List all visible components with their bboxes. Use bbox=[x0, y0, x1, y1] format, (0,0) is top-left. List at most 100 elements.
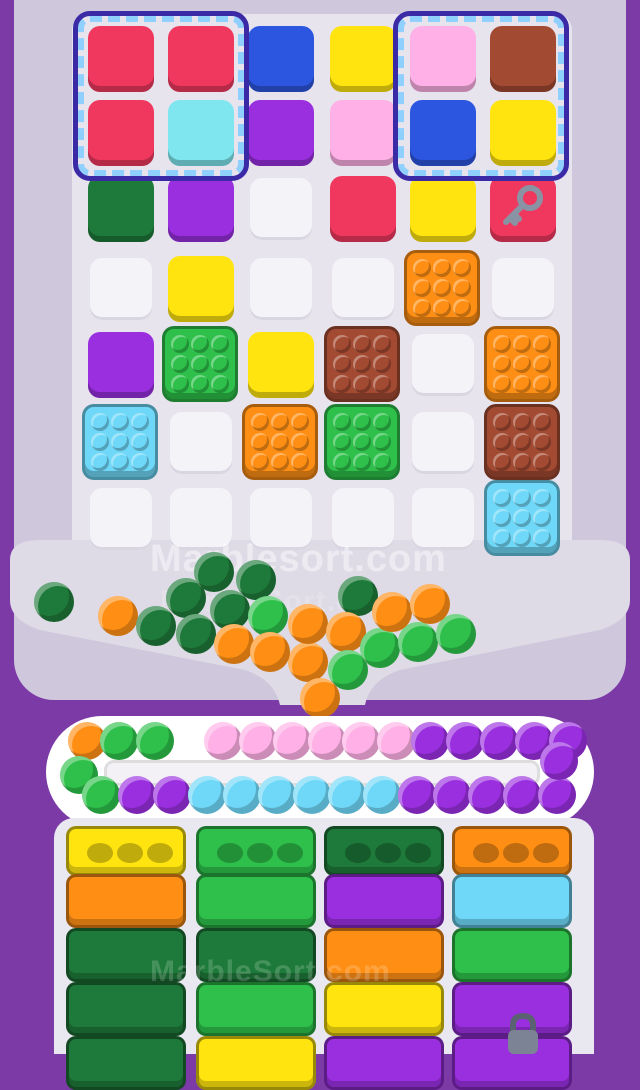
stud bbox=[271, 413, 289, 431]
stud bbox=[171, 375, 189, 393]
stud bbox=[493, 489, 511, 507]
conveyor-marble-green bbox=[82, 776, 120, 814]
cup-hole bbox=[247, 843, 273, 863]
cup-hole bbox=[375, 843, 401, 863]
studded-block-green bbox=[162, 326, 238, 402]
stud bbox=[291, 413, 309, 431]
conveyor-marble-skyblue bbox=[363, 776, 401, 814]
stud bbox=[513, 375, 531, 393]
stud bbox=[493, 355, 511, 373]
conveyor-marble-pink bbox=[342, 722, 380, 760]
cup-hole bbox=[533, 843, 559, 863]
conveyor-marble-pink bbox=[273, 722, 311, 760]
cup-hole bbox=[473, 843, 499, 863]
stud bbox=[513, 355, 531, 373]
stud bbox=[493, 453, 511, 471]
stud bbox=[91, 413, 109, 431]
conveyor-marble-pink bbox=[238, 722, 277, 760]
conveyor-marble-purple bbox=[153, 776, 191, 814]
conveyor-marble-purple bbox=[118, 776, 156, 814]
conveyor-marble-pink bbox=[307, 722, 346, 760]
column-4-slot bbox=[452, 928, 572, 982]
conveyor-marble-skyblue bbox=[188, 776, 226, 814]
stud bbox=[493, 509, 511, 527]
block-darkgreen bbox=[88, 176, 154, 242]
stud bbox=[211, 335, 229, 353]
block-purple bbox=[88, 332, 154, 398]
block-purple bbox=[168, 176, 234, 242]
stud bbox=[251, 413, 269, 431]
empty-cell bbox=[90, 488, 152, 550]
stud bbox=[251, 433, 269, 451]
stud bbox=[373, 355, 391, 373]
stud bbox=[91, 453, 109, 471]
stud bbox=[211, 355, 229, 373]
stud bbox=[493, 433, 511, 451]
column-3-slot bbox=[324, 874, 444, 928]
block-red bbox=[330, 176, 396, 242]
stud bbox=[353, 413, 371, 431]
stud bbox=[373, 433, 391, 451]
stud bbox=[91, 433, 109, 451]
column-1-slot bbox=[66, 982, 186, 1036]
stud bbox=[413, 279, 431, 297]
marble-darkgreen bbox=[34, 582, 74, 622]
conveyor-marble-purple bbox=[538, 776, 576, 814]
conveyor-marble-pink bbox=[376, 722, 415, 760]
lock-icon bbox=[508, 1012, 538, 1054]
stud bbox=[353, 433, 371, 451]
stud bbox=[453, 279, 471, 297]
column-2-slot bbox=[196, 1036, 316, 1090]
stud bbox=[353, 335, 371, 353]
column-4-cup bbox=[452, 826, 572, 876]
conveyor-marble-purple bbox=[480, 722, 518, 760]
cup-hole bbox=[345, 843, 371, 863]
block-yellow bbox=[410, 176, 476, 242]
stud bbox=[513, 509, 531, 527]
studded-block-green bbox=[324, 404, 400, 480]
stud bbox=[513, 413, 531, 431]
block-yellow bbox=[330, 26, 396, 92]
stud bbox=[131, 433, 149, 451]
stud bbox=[333, 453, 351, 471]
stud bbox=[373, 413, 391, 431]
studded-block-orange bbox=[484, 326, 560, 402]
marble-darkgreen bbox=[194, 552, 234, 592]
block-yellow bbox=[248, 332, 314, 398]
stud bbox=[413, 299, 431, 317]
block-pink bbox=[330, 100, 396, 166]
stud bbox=[513, 529, 531, 547]
conveyor-marble-skyblue bbox=[223, 776, 261, 814]
stud bbox=[191, 335, 209, 353]
conveyor-marble-purple bbox=[540, 742, 578, 780]
stud bbox=[171, 355, 189, 373]
column-2-slot bbox=[196, 874, 316, 928]
studded-block-orange bbox=[242, 404, 318, 480]
key-icon bbox=[503, 185, 543, 226]
stud bbox=[533, 489, 551, 507]
conveyor-marble-purple bbox=[411, 722, 449, 760]
stud bbox=[533, 509, 551, 527]
stud bbox=[533, 375, 551, 393]
stud bbox=[373, 335, 391, 353]
stud bbox=[111, 413, 129, 431]
marble-orange bbox=[372, 592, 412, 632]
empty-cell bbox=[170, 412, 232, 474]
column-2-cup bbox=[196, 826, 316, 876]
cup-hole bbox=[503, 843, 529, 863]
empty-cell bbox=[90, 258, 152, 320]
stud bbox=[353, 355, 371, 373]
empty-cell bbox=[412, 412, 474, 474]
block-blue bbox=[248, 26, 314, 92]
stud bbox=[493, 529, 511, 547]
stud bbox=[353, 453, 371, 471]
column-1-slot bbox=[66, 874, 186, 928]
cup-hole bbox=[405, 843, 431, 863]
marble-orange bbox=[250, 632, 290, 672]
stud bbox=[453, 299, 471, 317]
marble-darkgreen bbox=[136, 606, 176, 646]
conveyor-marble-green bbox=[136, 722, 174, 760]
stud bbox=[533, 355, 551, 373]
column-3-slot bbox=[324, 982, 444, 1036]
stud bbox=[291, 433, 309, 451]
